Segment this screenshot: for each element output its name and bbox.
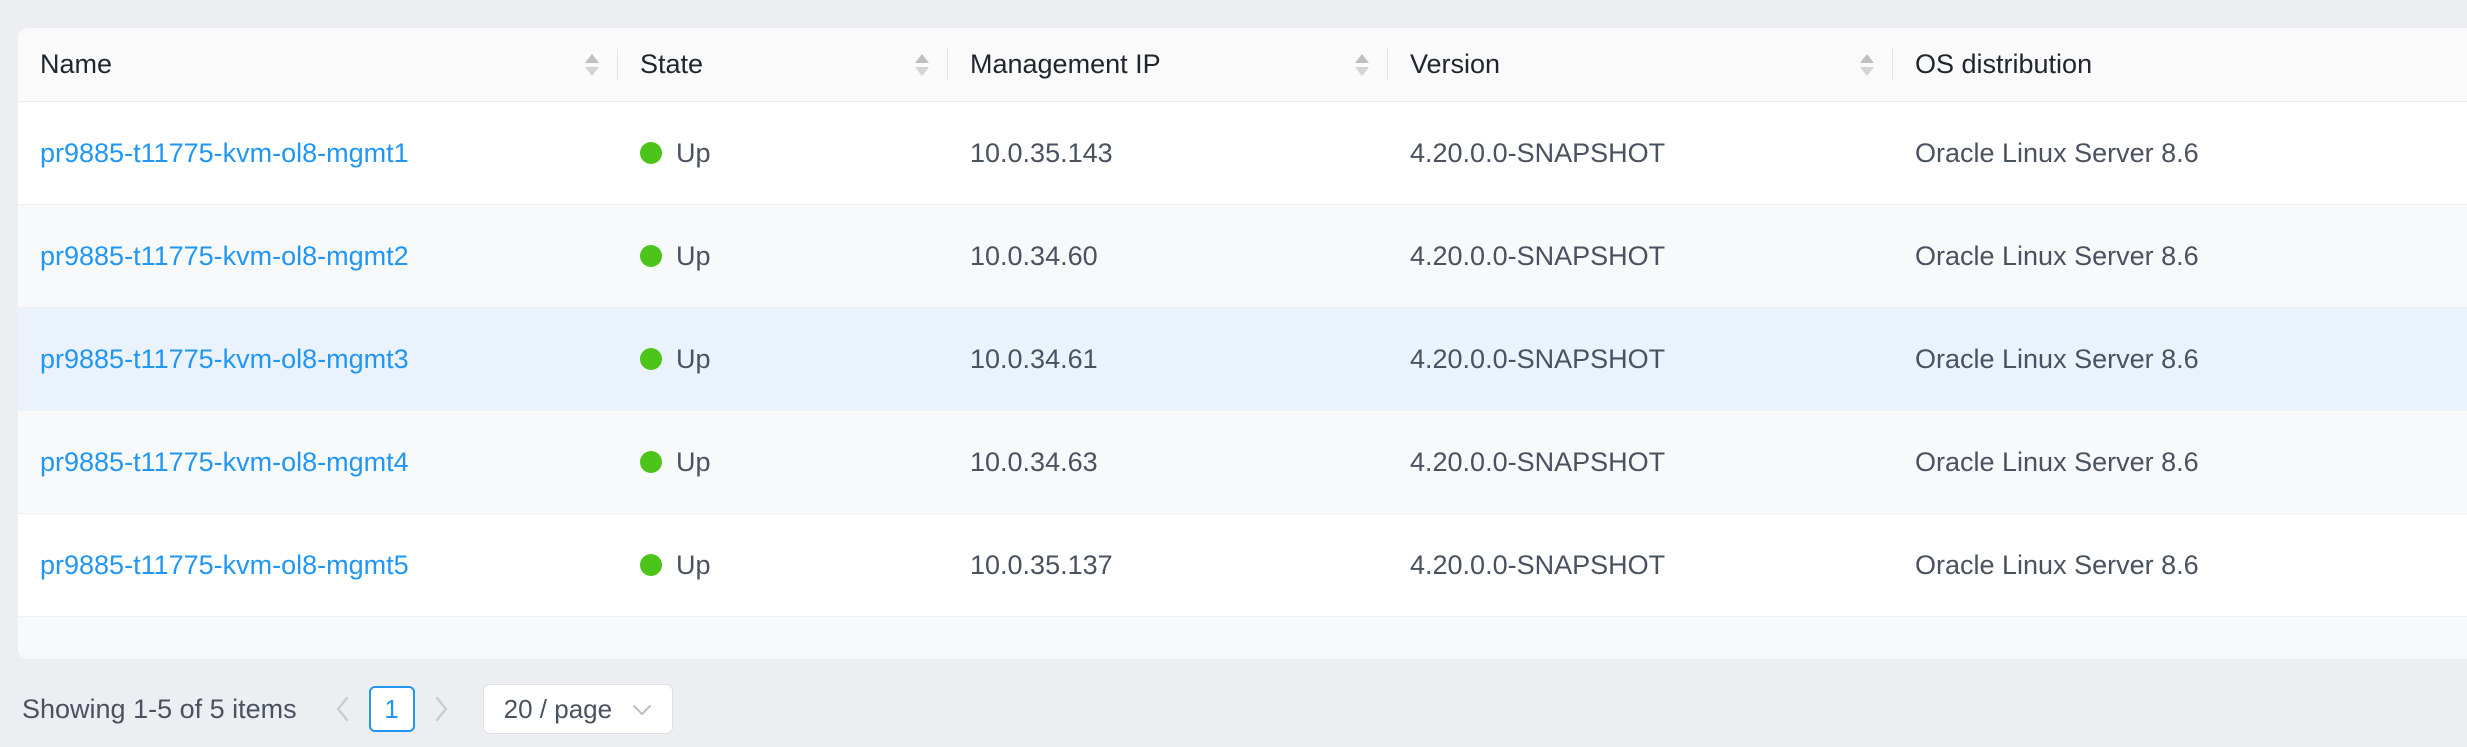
version-value: 4.20.0.0-SNAPSHOT — [1410, 138, 1665, 168]
version-value: 4.20.0.0-SNAPSHOT — [1410, 241, 1665, 271]
cell-version: 4.20.0.0-SNAPSHOT — [1388, 308, 1893, 411]
cell-management-ip: 10.0.34.60 — [948, 205, 1388, 308]
cell-state: Up — [618, 308, 948, 411]
column-header-state[interactable]: State — [618, 28, 948, 102]
column-header-label: State — [640, 49, 703, 80]
sort-icon[interactable] — [584, 54, 600, 76]
cell-state: Up — [618, 514, 948, 617]
management-ip-value: 10.0.34.63 — [970, 447, 1098, 477]
pagination: Showing 1-5 of 5 items 1 20 / page — [22, 681, 673, 737]
table-header: Name State Management IP Version OS distribu… — [18, 28, 2467, 102]
page-size-label: 20 / page — [504, 694, 612, 725]
column-header-name[interactable]: Name — [18, 28, 618, 102]
pagination-page-1-button[interactable]: 1 — [369, 686, 415, 732]
cell-os-distribution: Oracle Linux Server 8.6 — [1893, 514, 2467, 617]
chevron-right-icon — [431, 694, 451, 724]
sort-icon[interactable] — [1354, 54, 1370, 76]
cell-version: 4.20.0.0-SNAPSHOT — [1388, 514, 1893, 617]
cell-os-distribution: Oracle Linux Server 8.6 — [1893, 308, 2467, 411]
status-label: Up — [676, 344, 711, 375]
status-dot-icon — [640, 245, 662, 267]
page-size-select[interactable]: 20 / page — [483, 684, 673, 734]
cell-name: pr9885-t11775-kvm-ol8-mgmt1 — [18, 102, 618, 205]
table-row[interactable]: pr9885-t11775-kvm-ol8-mgmt4 Up 10.0.34.63 4… — [18, 411, 2467, 514]
column-header-os: OS distribution — [1893, 28, 2467, 102]
version-value: 4.20.0.0-SNAPSHOT — [1410, 447, 1665, 477]
cell-state: Up — [618, 205, 948, 308]
management-ip-value: 10.0.35.143 — [970, 138, 1113, 168]
host-name-link[interactable]: pr9885-t11775-kvm-ol8-mgmt5 — [40, 550, 409, 580]
management-ip-value: 10.0.34.61 — [970, 344, 1098, 374]
servers-table-page: Name State Management IP Version OS distribu… — [0, 0, 2467, 747]
version-value: 4.20.0.0-SNAPSHOT — [1410, 550, 1665, 580]
chevron-down-icon — [630, 694, 654, 725]
sort-icon[interactable] — [914, 54, 930, 76]
table-row[interactable]: pr9885-t11775-kvm-ol8-mgmt5 Up 10.0.35.137… — [18, 514, 2467, 617]
table-header-row: Name State Management IP Version OS distribu… — [18, 28, 2467, 102]
servers-table: Name State Management IP Version OS distribu… — [18, 28, 2467, 617]
table-row[interactable]: pr9885-t11775-kvm-ol8-mgmt3 Up 10.0.34.61 4… — [18, 308, 2467, 411]
management-ip-value: 10.0.34.60 — [970, 241, 1098, 271]
table-body: pr9885-t11775-kvm-ol8-mgmt1 Up 10.0.35.143… — [18, 102, 2467, 617]
status-dot-icon — [640, 554, 662, 576]
pagination-showing-text: Showing 1-5 of 5 items — [22, 694, 297, 725]
cell-os-distribution: Oracle Linux Server 8.6 — [1893, 205, 2467, 308]
cell-management-ip: 10.0.34.63 — [948, 411, 1388, 514]
cell-management-ip: 10.0.34.61 — [948, 308, 1388, 411]
host-name-link[interactable]: pr9885-t11775-kvm-ol8-mgmt4 — [40, 447, 409, 477]
os-distribution-value: Oracle Linux Server 8.6 — [1915, 550, 2199, 580]
column-header-label: Name — [40, 49, 112, 80]
cell-os-distribution: Oracle Linux Server 8.6 — [1893, 411, 2467, 514]
column-header-label: OS distribution — [1915, 49, 2092, 80]
servers-table-card: Name State Management IP Version OS distribu… — [18, 28, 2467, 659]
os-distribution-value: Oracle Linux Server 8.6 — [1915, 138, 2199, 168]
host-name-link[interactable]: pr9885-t11775-kvm-ol8-mgmt3 — [40, 344, 409, 374]
status-label: Up — [676, 447, 711, 478]
version-value: 4.20.0.0-SNAPSHOT — [1410, 344, 1665, 374]
pagination-prev-button[interactable] — [323, 686, 363, 732]
cell-version: 4.20.0.0-SNAPSHOT — [1388, 102, 1893, 205]
cell-name: pr9885-t11775-kvm-ol8-mgmt3 — [18, 308, 618, 411]
pagination-page-number: 1 — [384, 694, 398, 725]
cell-name: pr9885-t11775-kvm-ol8-mgmt5 — [18, 514, 618, 617]
os-distribution-value: Oracle Linux Server 8.6 — [1915, 447, 2199, 477]
table-row[interactable]: pr9885-t11775-kvm-ol8-mgmt1 Up 10.0.35.143… — [18, 102, 2467, 205]
host-name-link[interactable]: pr9885-t11775-kvm-ol8-mgmt1 — [40, 138, 409, 168]
status-label: Up — [676, 550, 711, 581]
cell-state: Up — [618, 102, 948, 205]
status-label: Up — [676, 241, 711, 272]
cell-management-ip: 10.0.35.137 — [948, 514, 1388, 617]
management-ip-value: 10.0.35.137 — [970, 550, 1113, 580]
cell-state: Up — [618, 411, 948, 514]
status-dot-icon — [640, 142, 662, 164]
column-header-version[interactable]: Version — [1388, 28, 1893, 102]
cell-version: 4.20.0.0-SNAPSHOT — [1388, 411, 1893, 514]
host-name-link[interactable]: pr9885-t11775-kvm-ol8-mgmt2 — [40, 241, 409, 271]
pagination-next-button[interactable] — [421, 686, 461, 732]
status-dot-icon — [640, 348, 662, 370]
column-header-label: Version — [1410, 49, 1500, 80]
sort-icon[interactable] — [1859, 54, 1875, 76]
os-distribution-value: Oracle Linux Server 8.6 — [1915, 241, 2199, 271]
status-dot-icon — [640, 451, 662, 473]
os-distribution-value: Oracle Linux Server 8.6 — [1915, 344, 2199, 374]
table-row[interactable]: pr9885-t11775-kvm-ol8-mgmt2 Up 10.0.34.60 4… — [18, 205, 2467, 308]
status-label: Up — [676, 138, 711, 169]
column-header-mgmt_ip[interactable]: Management IP — [948, 28, 1388, 102]
cell-name: pr9885-t11775-kvm-ol8-mgmt2 — [18, 205, 618, 308]
chevron-left-icon — [333, 694, 353, 724]
table-footer-strip — [18, 617, 2467, 659]
cell-management-ip: 10.0.35.143 — [948, 102, 1388, 205]
column-header-label: Management IP — [970, 49, 1161, 80]
cell-os-distribution: Oracle Linux Server 8.6 — [1893, 102, 2467, 205]
cell-version: 4.20.0.0-SNAPSHOT — [1388, 205, 1893, 308]
cell-name: pr9885-t11775-kvm-ol8-mgmt4 — [18, 411, 618, 514]
